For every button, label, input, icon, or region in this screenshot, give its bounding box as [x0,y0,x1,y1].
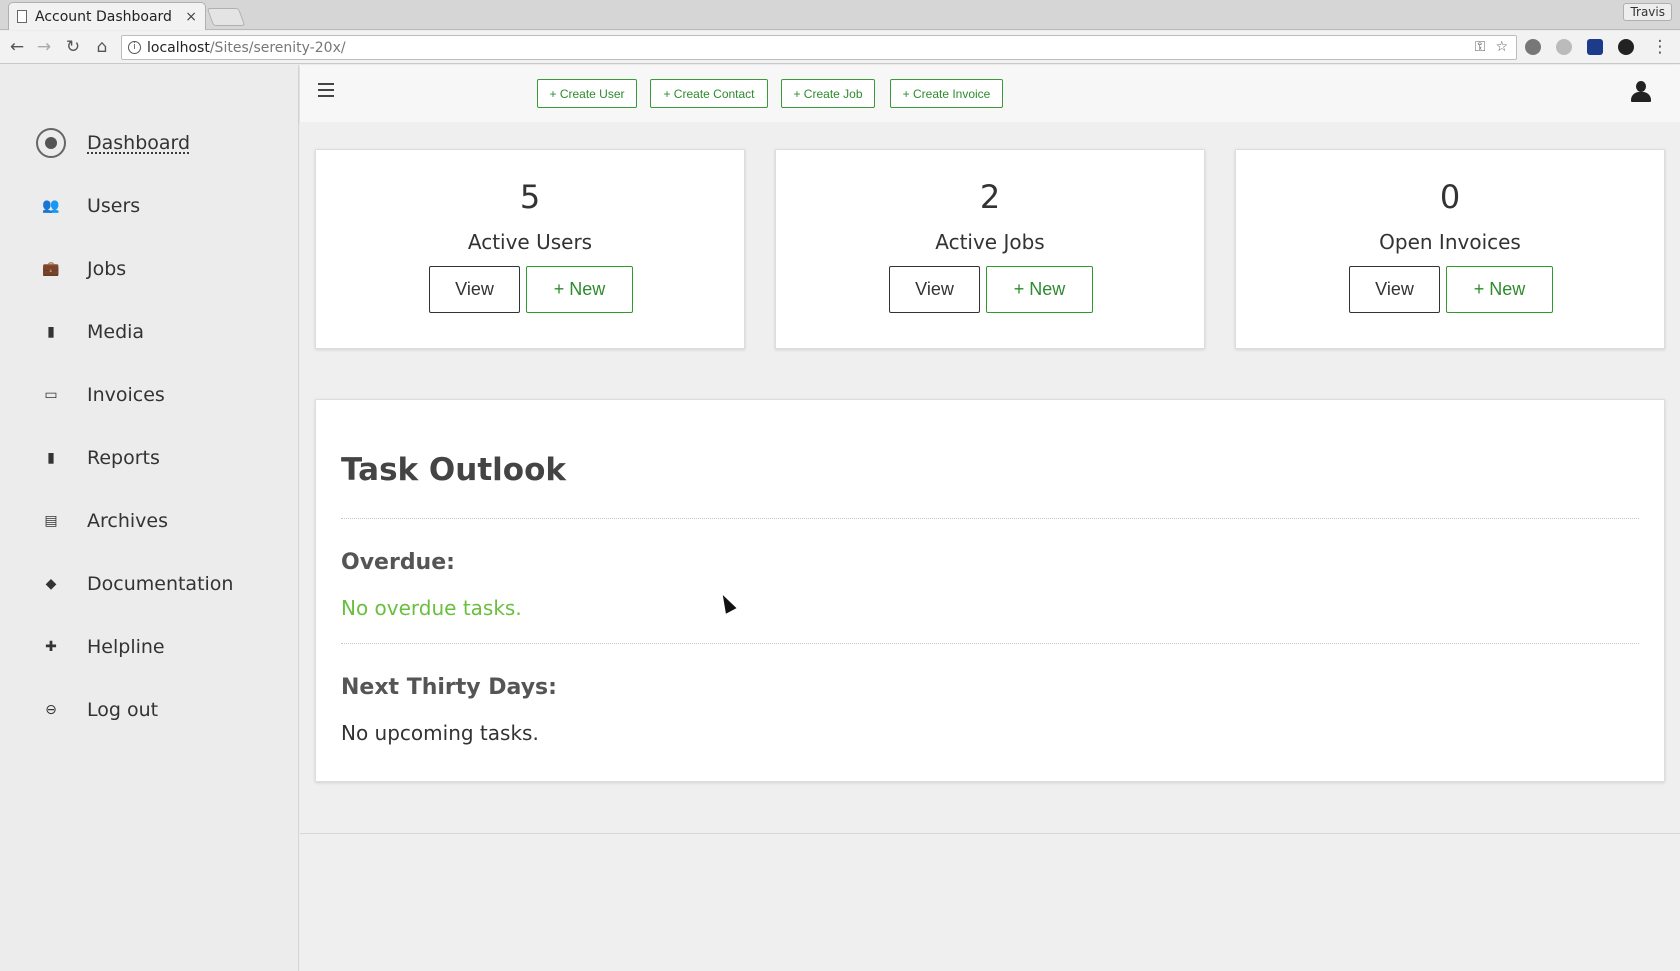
money-icon: ▭ [44,387,58,403]
bookmark-star-icon[interactable]: ☆ [1495,39,1508,55]
profile-badge[interactable]: Travis [1623,3,1672,21]
user-account-icon[interactable] [1630,81,1652,105]
next-thirty-days-heading: Next Thirty Days: [341,675,557,700]
graduation-cap-icon: ◆ [45,576,57,592]
new-job-button[interactable]: + New [986,266,1093,313]
extension-shield-icon[interactable] [1525,39,1541,55]
sidebar-item-invoices[interactable]: ▭ Invoices [0,375,299,415]
new-user-button[interactable]: + New [526,266,633,313]
bar-chart-icon: ▮ [47,450,55,466]
create-invoice-button[interactable]: + Create Invoice [890,79,1003,108]
new-tab-button[interactable] [206,8,246,26]
stat-value: 2 [979,178,1001,216]
stat-value: 0 [1439,178,1461,216]
url-path: /Sites/serenity-20x/ [209,39,346,56]
task-outlook-card: Task Outlook Overdue: No overdue tasks. … [315,399,1665,782]
sidebar-item-reports[interactable]: ▮ Reports [0,438,299,478]
stat-label: Active Jobs [935,230,1045,254]
browser-tabstrip: Account Dashboard × Travis [0,0,1680,30]
forward-icon[interactable]: → [34,37,54,57]
sidebar-item-users[interactable]: 👥 Users [0,186,299,226]
app-topbar: + Create User + Create Contact + Create … [300,65,1680,122]
stat-card-jobs: 2 Active Jobs View + New [775,149,1205,349]
view-jobs-button[interactable]: View [889,266,980,313]
sidebar-item-label: Media [87,321,145,343]
browser-toolbar: ← → ↻ ⌂ i localhost /Sites/serenity-20x/… [0,31,1680,64]
divider [341,518,1639,519]
create-user-button[interactable]: + Create User [537,79,637,108]
sidebar-item-documentation[interactable]: ◆ Documentation [0,564,299,604]
clipboard-icon: ▤ [44,513,58,529]
sidebar-item-label: Log out [87,699,159,721]
sidebar-item-jobs[interactable]: 💼 Jobs [0,249,299,289]
file-icon: ▮ [47,324,55,340]
view-users-button[interactable]: View [429,266,520,313]
overdue-heading: Overdue: [341,550,455,575]
create-job-button[interactable]: + Create Job [781,79,875,108]
stat-value: 5 [519,178,541,216]
create-contact-button[interactable]: + Create Contact [650,79,768,108]
sidebar-item-media[interactable]: ▮ Media [0,312,299,352]
stat-label: Open Invoices [1379,230,1521,254]
overdue-message: No overdue tasks. [341,596,522,620]
tab-title: Account Dashboard [35,8,172,25]
tab-close-icon[interactable]: × [185,9,197,25]
sidebar: Dashboard 👥 Users 💼 Jobs ▮ Media ▭ Invoi… [0,65,299,971]
view-invoices-button[interactable]: View [1349,266,1440,313]
stat-card-users: 5 Active Users View + New [315,149,745,349]
back-icon[interactable]: ← [7,37,27,57]
key-icon[interactable]: ⚿ [1475,39,1486,55]
new-invoice-button[interactable]: + New [1446,266,1553,313]
sidebar-item-label: Archives [87,510,168,532]
footer-divider [300,833,1680,834]
task-outlook-title: Task Outlook [341,452,567,488]
sidebar-item-dashboard[interactable]: Dashboard [0,123,299,163]
main-content: 5 Active Users View + New 2 Active Jobs … [300,122,1680,971]
url-host: localhost [147,39,210,56]
sidebar-item-label: Helpline [87,636,165,658]
hamburger-menu-icon[interactable] [318,83,334,97]
home-icon[interactable]: ⌂ [92,37,112,57]
sidebar-item-label: Reports [87,447,160,469]
logout-icon: ⊖ [45,702,57,718]
browser-menu-icon[interactable]: ⋮ [1650,37,1670,57]
extension-flag-icon[interactable] [1587,39,1603,55]
sidebar-item-label: Users [87,195,141,217]
briefcase-icon: 💼 [42,261,60,277]
stat-label: Active Users [467,230,593,254]
sidebar-item-helpline[interactable]: ✚ Helpline [0,627,299,667]
browser-tab[interactable]: Account Dashboard × [8,2,206,30]
stat-card-invoices: 0 Open Invoices View + New [1235,149,1665,349]
info-icon[interactable]: i [128,41,141,54]
divider [341,643,1639,644]
upcoming-message: No upcoming tasks. [341,721,539,745]
address-bar[interactable]: i localhost /Sites/serenity-20x/ ⚿ ☆ [121,35,1517,60]
sidebar-item-label: Invoices [87,384,165,406]
users-icon: 👥 [42,198,60,214]
dashboard-icon [36,128,66,158]
sidebar-item-logout[interactable]: ⊖ Log out [0,690,299,730]
sidebar-item-label: Jobs [87,258,127,280]
sidebar-item-label: Documentation [87,573,234,595]
extension-shield-gray-icon[interactable] [1556,39,1572,55]
extension-swirl-icon[interactable] [1618,39,1634,55]
document-icon [17,10,27,23]
sidebar-item-archives[interactable]: ▤ Archives [0,501,299,541]
medkit-icon: ✚ [45,639,57,655]
reload-icon[interactable]: ↻ [63,37,83,57]
sidebar-item-label: Dashboard [87,132,191,154]
